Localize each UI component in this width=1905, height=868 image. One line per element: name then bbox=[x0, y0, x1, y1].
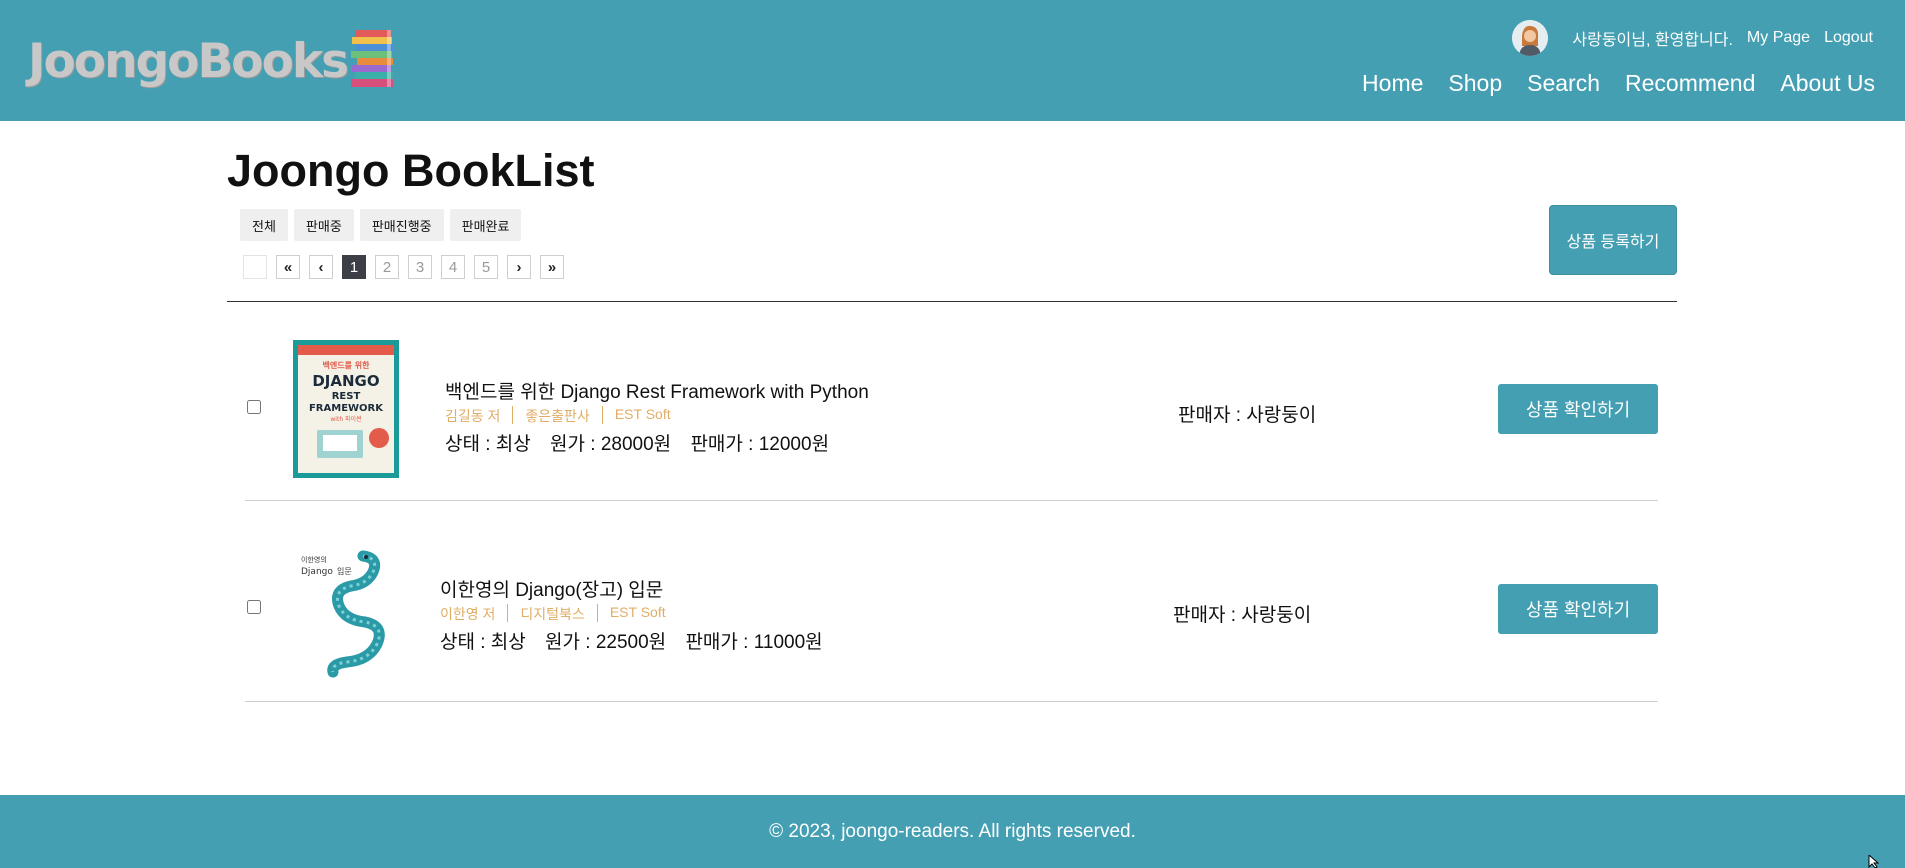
book-select-checkbox[interactable] bbox=[247, 600, 261, 614]
book-cover-image[interactable]: 백엔드를 위한 DJANGO REST FRAMEWORK with 파이썬 bbox=[293, 340, 399, 478]
last-page-button[interactable]: » bbox=[540, 255, 564, 279]
book-price-line: 상태 : 최상 원가 : 28000원 판매가 : 12000원 bbox=[445, 429, 869, 456]
first-page-button[interactable]: « bbox=[276, 255, 300, 279]
page-3-button[interactable]: 3 bbox=[408, 255, 432, 279]
cover-top-text: 이한영의 bbox=[301, 555, 327, 564]
book-sale-price: 판매가 : 12000원 bbox=[690, 434, 830, 455]
welcome-message: 사랑둥이님, 환영합니다. bbox=[1572, 32, 1733, 49]
nav-home[interactable]: Home bbox=[1362, 70, 1423, 97]
book-info: 이한영의 Django(장고) 입문 이한영 저 디지털북스 EST Soft … bbox=[440, 575, 837, 654]
book-original-price: 원가 : 28000원 bbox=[550, 434, 672, 455]
my-page-link[interactable]: My Page bbox=[1747, 29, 1810, 47]
book-cover-image[interactable]: 이한영의 Django 입문 bbox=[293, 544, 399, 682]
meta-separator bbox=[507, 604, 509, 622]
nav-recommend[interactable]: Recommend bbox=[1625, 70, 1755, 97]
site-footer: © 2023, joongo-readers. All rights reser… bbox=[0, 795, 1905, 868]
filter-on-sale-button[interactable]: 판매중 bbox=[293, 209, 354, 241]
page-2-button[interactable]: 2 bbox=[375, 255, 399, 279]
book-title[interactable]: 백엔드를 위한 Django Rest Framework with Pytho… bbox=[445, 377, 869, 404]
page-1-button[interactable]: 1 bbox=[342, 255, 366, 279]
prev-page-button[interactable]: ‹ bbox=[309, 255, 333, 279]
book-meta: 이한영 저 디지털북스 EST Soft bbox=[440, 604, 837, 624]
view-product-button[interactable]: 상품 확인하기 bbox=[1498, 584, 1658, 634]
page-5-button[interactable]: 5 bbox=[474, 255, 498, 279]
nav-search[interactable]: Search bbox=[1527, 70, 1600, 97]
view-product-button[interactable]: 상품 확인하기 bbox=[1498, 384, 1658, 434]
book-publisher: 좋은출판사 bbox=[525, 408, 590, 424]
site-header: JoongoBooks 사랑둥이님, 환영합니다. My Page Logout bbox=[0, 0, 1905, 121]
book-author: 김길동 저 bbox=[445, 408, 501, 424]
cover-subtitle: with 파이썬 bbox=[330, 415, 361, 423]
next-page-button[interactable]: › bbox=[507, 255, 531, 279]
footer-copyright: © 2023, joongo-readers. All rights reser… bbox=[769, 820, 1136, 842]
mouse-cursor-icon bbox=[1868, 855, 1880, 868]
book-stack-icon bbox=[351, 30, 394, 87]
pagination-blank bbox=[243, 255, 267, 279]
page-4-button[interactable]: 4 bbox=[441, 255, 465, 279]
cover-top-text: 백엔드를 위한 bbox=[323, 360, 371, 370]
book-title[interactable]: 이한영의 Django(장고) 입문 bbox=[440, 575, 837, 602]
site-logo[interactable]: JoongoBooks bbox=[28, 30, 399, 92]
user-avatar bbox=[1512, 20, 1549, 56]
book-price-line: 상태 : 최상 원가 : 22500원 판매가 : 11000원 bbox=[440, 627, 837, 654]
book-info: 백엔드를 위한 Django Rest Framework with Pytho… bbox=[445, 377, 869, 456]
cover-line: Django bbox=[301, 567, 333, 577]
logo-text: JoongoBooks bbox=[28, 33, 349, 89]
meta-separator bbox=[596, 604, 598, 622]
cover-subtitle: 입문 bbox=[337, 567, 352, 576]
filter-in-progress-button[interactable]: 판매진행중 bbox=[359, 209, 444, 241]
book-condition: 상태 : 최상 bbox=[445, 434, 531, 455]
user-area: 사랑둥이님, 환영합니다. My Page Logout bbox=[1512, 20, 1873, 56]
main-nav: Home Shop Search Recommend About Us bbox=[1337, 70, 1875, 97]
filter-sold-button[interactable]: 판매완료 bbox=[449, 209, 522, 241]
book-seller: 판매자 : 사랑둥이 bbox=[1173, 605, 1312, 626]
filter-all-button[interactable]: 전체 bbox=[240, 209, 288, 241]
logout-link[interactable]: Logout bbox=[1824, 29, 1873, 47]
book-extra: EST Soft bbox=[614, 406, 671, 422]
book-author: 이한영 저 bbox=[440, 606, 496, 622]
book-list-item: 백엔드를 위한 DJANGO REST FRAMEWORK with 파이썬 백… bbox=[245, 301, 1658, 501]
book-meta: 김길동 저 좋은출판사 EST Soft bbox=[445, 406, 869, 426]
cover-line: REST bbox=[332, 391, 361, 402]
book-extra: EST Soft bbox=[609, 604, 666, 620]
page-title: Joongo BookList bbox=[227, 145, 595, 196]
nav-about-us[interactable]: About Us bbox=[1780, 70, 1875, 97]
pagination: « ‹ 1 2 3 4 5 › » bbox=[243, 255, 573, 279]
book-select-checkbox[interactable] bbox=[247, 400, 261, 414]
nav-shop[interactable]: Shop bbox=[1448, 70, 1502, 97]
book-seller: 판매자 : 사랑둥이 bbox=[1178, 405, 1317, 426]
register-product-button[interactable]: 상품 등록하기 bbox=[1549, 205, 1677, 275]
cover-line: FRAMEWORK bbox=[309, 403, 384, 414]
cover-line: DJANGO bbox=[312, 372, 379, 390]
book-condition: 상태 : 최상 bbox=[440, 632, 526, 653]
book-list-item: 이한영의 Django 입문 이한영의 Django(장고) 입문 이한영 저 … bbox=[245, 502, 1658, 702]
meta-separator bbox=[512, 406, 514, 424]
status-filters: 전체 판매중 판매진행중 판매완료 bbox=[240, 209, 527, 241]
book-original-price: 원가 : 22500원 bbox=[545, 632, 667, 653]
book-sale-price: 판매가 : 11000원 bbox=[685, 632, 823, 653]
book-publisher: 디지털북스 bbox=[520, 606, 585, 622]
meta-separator bbox=[601, 406, 603, 424]
